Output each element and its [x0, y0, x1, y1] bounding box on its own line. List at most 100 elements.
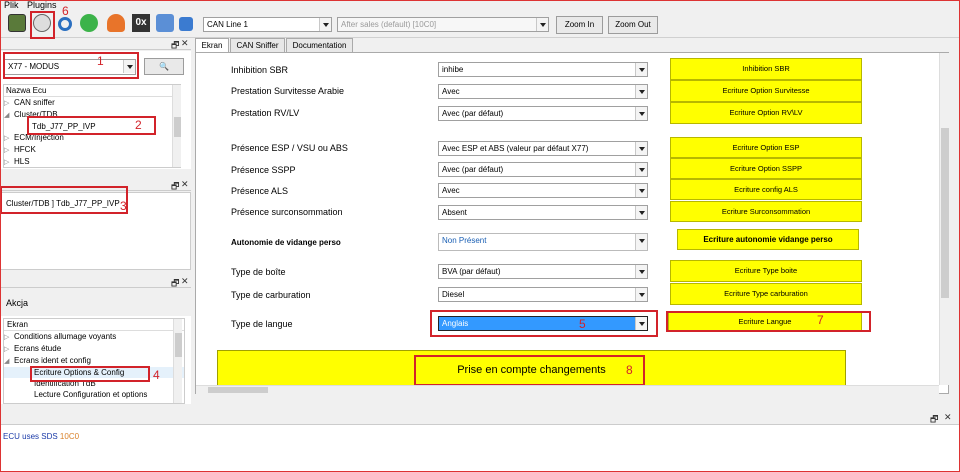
row-select[interactable]: Diesel [438, 287, 648, 302]
zoom-in-button[interactable]: Zoom In [556, 16, 603, 34]
highlight-box-6 [30, 11, 55, 39]
row-write-button[interactable]: Ecriture Option ESP [670, 137, 862, 158]
hex-icon[interactable]: 0x [132, 14, 150, 32]
row-write-button[interactable]: Ecriture Option RV\LV [670, 102, 862, 124]
annotation-6: 6 [62, 4, 69, 18]
row-select[interactable]: Avec [438, 84, 648, 99]
ecu-tool-icon[interactable] [8, 14, 26, 32]
search-vehicle-button[interactable]: 🔍 [144, 58, 184, 75]
row-label: Présence ALS [231, 186, 289, 196]
refresh-icon[interactable] [58, 17, 72, 31]
menu-plugins[interactable]: Plugins [27, 0, 57, 10]
row-write-button[interactable]: Ecriture autonomie vidange perso [677, 229, 859, 250]
zoom-out-button[interactable]: Zoom Out [608, 16, 658, 34]
scrollbar-thumb[interactable] [208, 387, 268, 393]
menu-bar: Plik Plugins [0, 0, 960, 11]
tab-documentation[interactable]: Documentation [286, 38, 353, 52]
row-select[interactable]: Avec (par défaut) [438, 162, 648, 177]
annotation-3: 3 [120, 199, 127, 213]
network-icon[interactable] [156, 14, 174, 32]
close-icon[interactable]: ✕ [181, 38, 189, 49]
content-hscroll[interactable] [196, 385, 939, 394]
chevron-down-icon [635, 63, 647, 76]
log-panel: ECU uses SDS 10C0 [0, 425, 960, 472]
tree-item-ecrans-etude[interactable]: ▷ Ecrans étude [4, 343, 184, 355]
row-write-button[interactable]: Ecriture Type carburation [670, 283, 862, 305]
actions-scrollbar[interactable] [173, 319, 182, 403]
row-write-button[interactable]: Ecriture config ALS [670, 179, 862, 200]
session-select[interactable]: After sales (default) [10C0] [337, 17, 549, 32]
tree-item-lecture[interactable]: Lecture Configuration et options [4, 389, 184, 400]
annotation-5: 5 [579, 317, 586, 331]
tree-item-conditions[interactable]: ▷ Conditions allumage voyants [4, 331, 184, 343]
annotation-4: 4 [153, 368, 160, 382]
tree-scrollbar[interactable] [172, 85, 181, 167]
row-write-button[interactable]: Ecriture Type boite [670, 260, 862, 282]
menu-file[interactable]: Plik [4, 0, 19, 10]
tree-item-hls[interactable]: ▷ HLS [4, 156, 180, 168]
row-label: Autonomie de vidange perso [231, 238, 341, 247]
tab-ekran[interactable]: Ekran [195, 38, 229, 53]
chevron-down-icon: ◢ [4, 358, 10, 365]
row-label: Présence surconsommation [231, 207, 343, 217]
row-write-button[interactable]: Ecriture Option Survitesse [670, 80, 862, 102]
chevron-down-icon [635, 288, 647, 301]
row-select[interactable]: inhibe [438, 62, 648, 77]
scrollbar-thumb[interactable] [174, 117, 181, 137]
row-select[interactable]: Absent [438, 205, 648, 220]
panel-header: 🗗 ✕ [0, 276, 191, 288]
content-vscroll[interactable] [939, 53, 949, 385]
chevron-right-icon: ▷ [4, 147, 10, 154]
chevron-down-icon [536, 18, 548, 31]
chevron-right-icon: ▷ [4, 135, 10, 142]
chevron-down-icon [635, 107, 647, 120]
scrollbar-thumb[interactable] [941, 128, 949, 298]
chevron-right-icon: ▷ [4, 346, 10, 353]
row-label: Prestation Survitesse Arabie [231, 86, 345, 96]
row-select[interactable]: Avec ESP et ABS (valeur par défaut X77) [438, 141, 648, 156]
row-label: Prestation RV/LV [231, 108, 300, 118]
toolbar: 0x CAN Line 1 After sales (default) [10C… [0, 11, 960, 38]
tree-item-can-sniffer[interactable]: ▷ CAN sniffer [4, 97, 180, 109]
row-label: Type de carburation [231, 290, 311, 300]
highlight-box-4 [30, 366, 150, 382]
highlight-box-5 [430, 310, 658, 337]
row-select[interactable]: Avec (par défaut) [438, 106, 648, 121]
tab-can-sniffer[interactable]: CAN Sniffer [230, 38, 285, 52]
row-write-button[interactable]: Inhibition SBR [670, 58, 862, 80]
scrollbar-thumb[interactable] [175, 333, 182, 357]
highlight-box-8 [414, 355, 645, 386]
annotation-8: 8 [626, 363, 633, 377]
actions-panel: Ekran ▷ Conditions allumage voyants ▷ Ecra… [0, 316, 191, 404]
close-icon[interactable]: ✕ [181, 179, 189, 190]
row-select[interactable]: BVA (par défaut) [438, 264, 648, 279]
annotation-2: 2 [135, 118, 142, 132]
green-check-icon[interactable] [80, 14, 98, 32]
chevron-down-icon: ◢ [4, 112, 10, 119]
row-label: Inhibition SBR [231, 65, 289, 75]
heart-icon[interactable] [107, 14, 125, 32]
chevron-right-icon: ▷ [4, 334, 10, 341]
chevron-down-icon [635, 163, 647, 176]
chevron-down-icon [635, 265, 647, 278]
row-label: Présence ESP / VSU ou ABS [231, 143, 348, 153]
row-select[interactable]: Avec [438, 183, 648, 198]
chevron-right-icon: ▷ [4, 159, 10, 166]
download-icon[interactable] [179, 17, 193, 31]
log-panel-header: 🗗 ✕ [0, 412, 960, 425]
close-icon[interactable]: ✕ [944, 412, 952, 423]
chevron-right-icon: ▷ [4, 100, 10, 107]
tree-item-hfck[interactable]: ▷ HFCK [4, 144, 180, 156]
pin-icon[interactable]: 🗗 [171, 276, 179, 292]
row-select[interactable]: Non Présent [438, 233, 648, 251]
chevron-down-icon [635, 85, 647, 98]
can-line-select[interactable]: CAN Line 1 [203, 17, 332, 32]
chevron-down-icon [635, 206, 647, 219]
row-label: Type de langue [231, 319, 293, 329]
row-write-button[interactable]: Ecriture Surconsommation [670, 201, 862, 222]
chevron-down-icon [635, 184, 647, 197]
chevron-down-icon [635, 234, 647, 250]
close-icon[interactable]: ✕ [181, 276, 189, 287]
tree-header: Ekran [4, 319, 184, 331]
row-write-button[interactable]: Ecriture Option SSPP [670, 158, 862, 179]
